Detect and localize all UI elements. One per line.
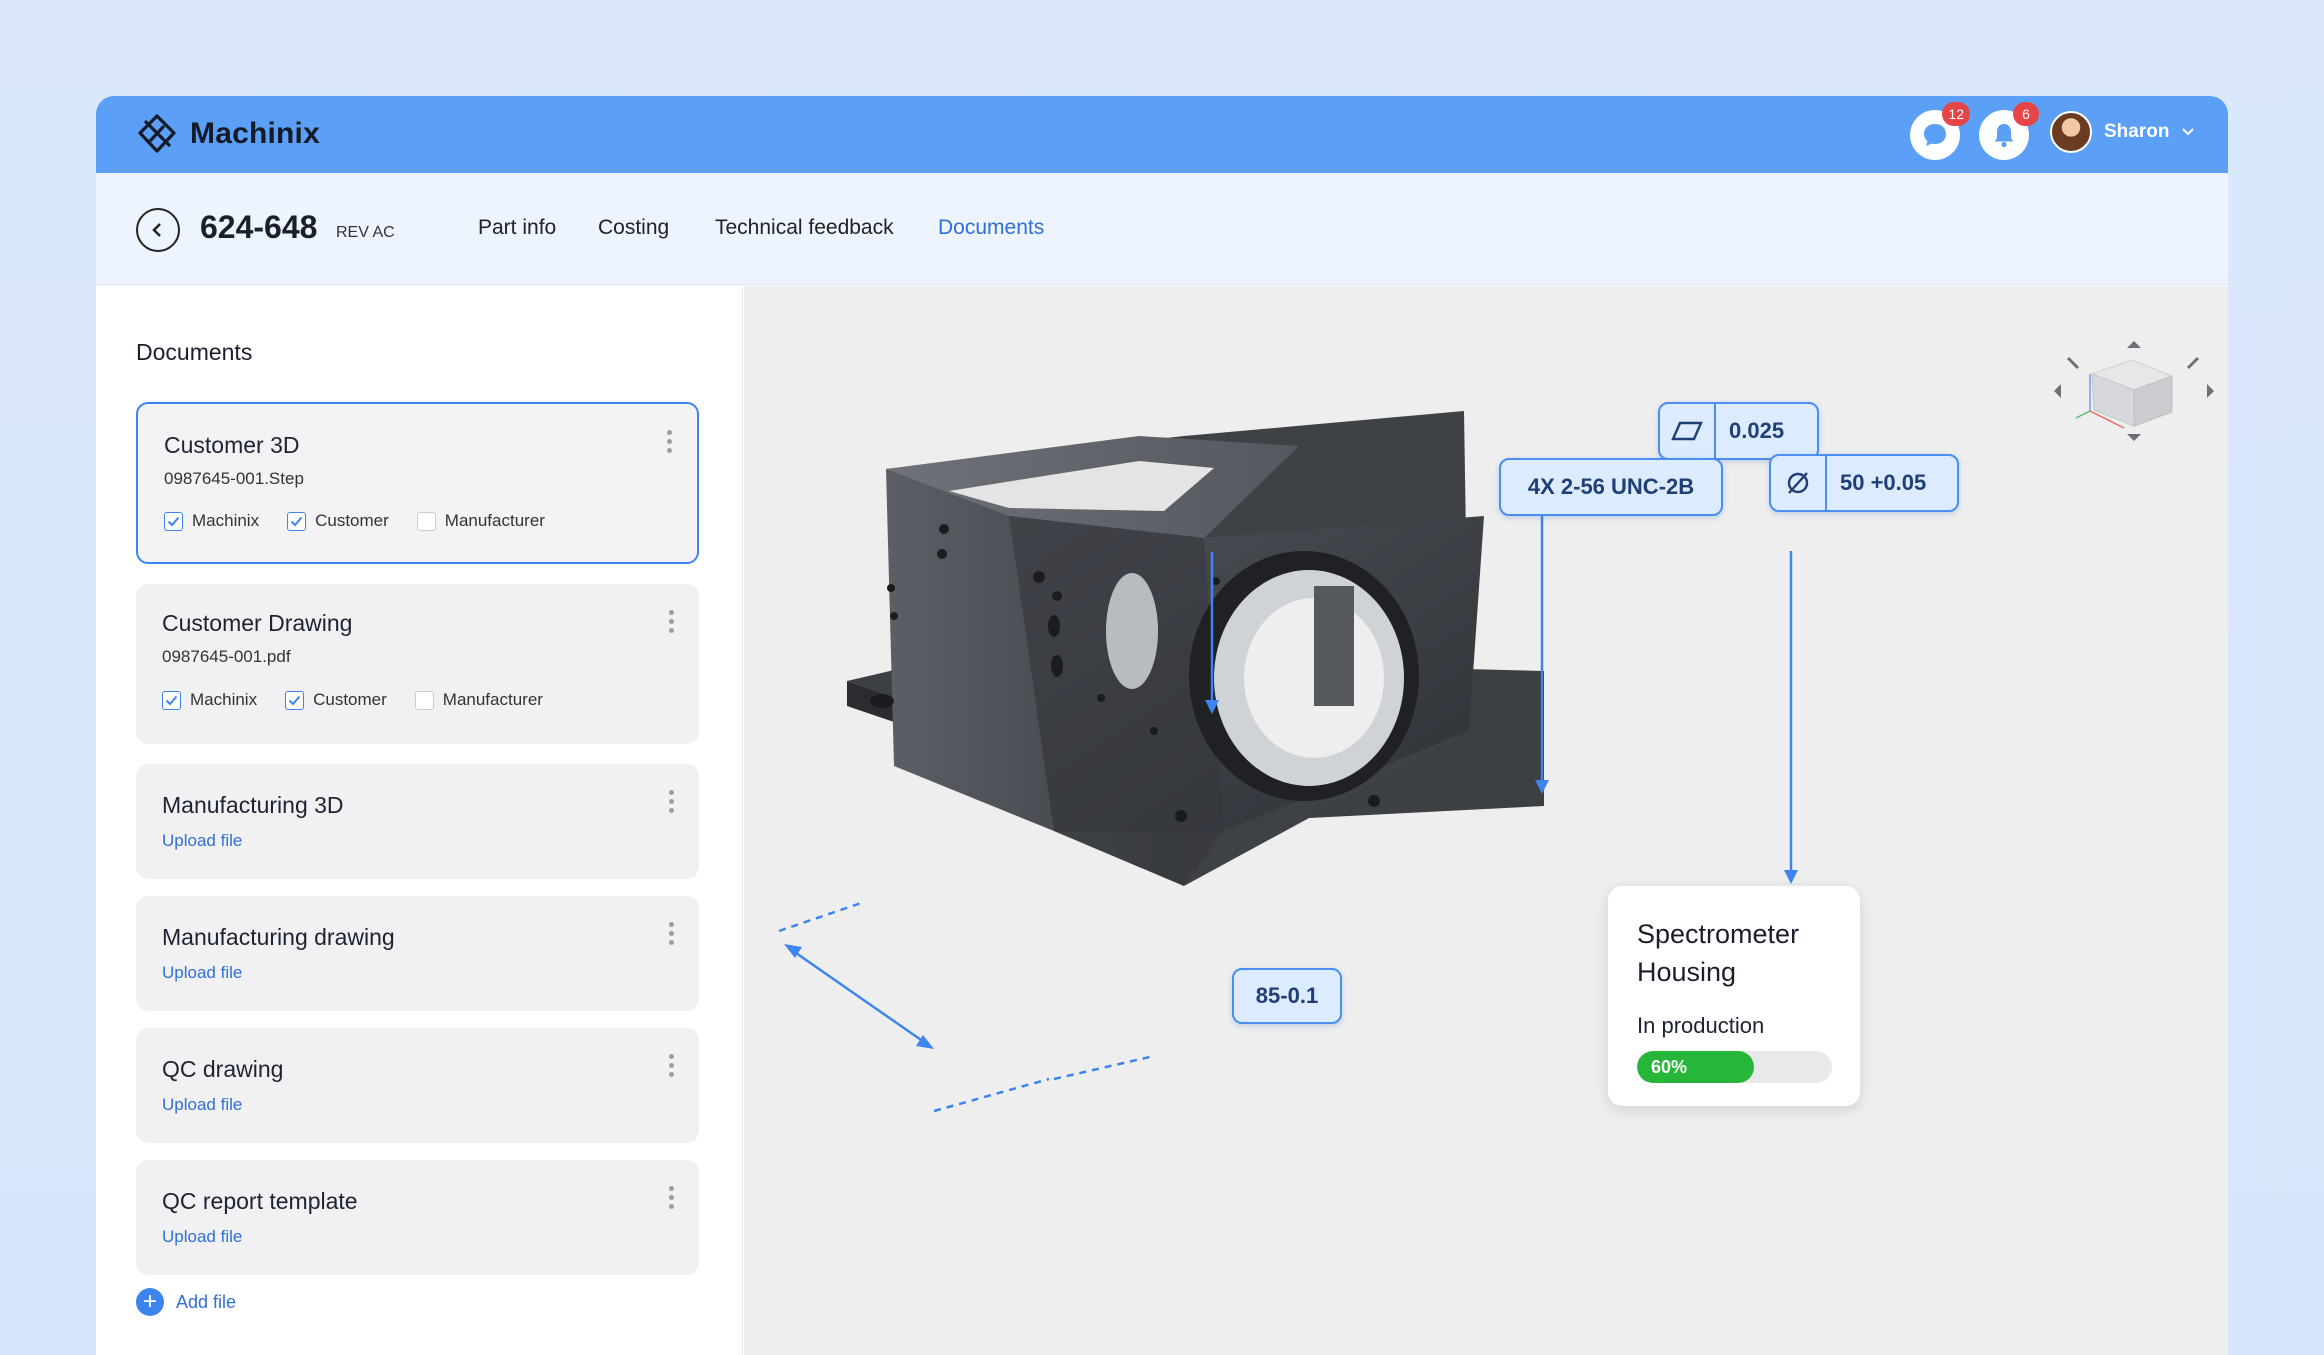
upload-file-link[interactable]: Upload file <box>162 831 242 851</box>
kebab-menu-icon[interactable] <box>669 610 675 633</box>
length-dimension-callout[interactable]: 85-0.1 <box>1232 968 1342 1024</box>
kebab-menu-icon[interactable] <box>669 922 675 945</box>
app-name: Machinix <box>190 117 320 150</box>
document-card-qc-report-template[interactable]: QC report template Upload file <box>136 1160 699 1275</box>
kebab-menu-icon[interactable] <box>669 1054 675 1077</box>
flatness-callout[interactable]: 0.025 <box>1658 402 1819 460</box>
add-file-label: Add file <box>176 1291 237 1312</box>
back-button[interactable] <box>136 208 180 252</box>
tab-documents[interactable]: Documents <box>938 216 1044 240</box>
checkbox-customer[interactable]: Customer <box>287 511 389 531</box>
part-name: Spectrometer Housing <box>1637 919 1800 987</box>
checkbox-checked-icon <box>164 511 183 531</box>
document-card-manufacturing-3d[interactable]: Manufacturing 3D Upload file <box>136 764 699 879</box>
tab-costing[interactable]: Costing <box>598 216 669 240</box>
checkbox-unchecked-icon <box>414 690 434 710</box>
checkbox-customer[interactable]: Customer <box>285 690 387 710</box>
checkbox-checked-icon <box>285 690 305 710</box>
sidebar-title: Documents <box>136 339 253 365</box>
flatness-symbol-icon <box>1660 404 1716 458</box>
kebab-menu-icon[interactable] <box>669 790 675 813</box>
checkbox-label: Manufacturer <box>444 511 545 530</box>
tab-part-info[interactable]: Part info <box>478 216 556 240</box>
document-filename: 0987645-001.pdf <box>162 647 291 666</box>
document-title: Manufacturing drawing <box>162 924 395 950</box>
part-status-card[interactable]: Spectrometer Housing In production 60% <box>1608 886 1860 1106</box>
add-file-button[interactable]: + Add file <box>136 1288 236 1316</box>
checkbox-manufacturer[interactable]: Manufacturer <box>414 690 543 710</box>
machinix-logo-icon <box>138 114 176 153</box>
checkbox-label: Machinix <box>192 511 260 530</box>
document-title: Customer 3D <box>164 432 300 458</box>
progress-fill: 60% <box>1637 1051 1754 1083</box>
production-status: In production <box>1637 1013 1765 1038</box>
checkbox-manufacturer[interactable]: Manufacturer <box>416 511 545 531</box>
document-card-customer-drawing[interactable]: Customer Drawing 0987645-001.pdf Machini… <box>136 584 699 744</box>
tab-technical-feedback[interactable]: Technical feedback <box>715 216 894 240</box>
part-revision: REV AC <box>336 224 395 241</box>
checkbox-machinix[interactable]: Machinix <box>162 690 257 710</box>
top-bar: Machinix 12 6 Sharon <box>96 96 2228 173</box>
checkbox-unchecked-icon <box>416 511 436 531</box>
document-filename: 0987645-001.Step <box>164 469 304 488</box>
chevron-down-icon <box>2182 128 2195 136</box>
user-name: Sharon <box>2104 121 2170 142</box>
checkbox-label: Machinix <box>190 690 258 709</box>
kebab-menu-icon[interactable] <box>669 1186 675 1209</box>
part-3d-model[interactable] <box>744 286 2228 1355</box>
upload-file-link[interactable]: Upload file <box>162 963 242 983</box>
visibility-checkboxes: Machinix Customer Manufacturer <box>162 690 571 710</box>
document-card-manufacturing-drawing[interactable]: Manufacturing drawing Upload file <box>136 896 699 1011</box>
chevron-left-icon <box>152 223 161 237</box>
document-card-qc-drawing[interactable]: QC drawing Upload file <box>136 1028 699 1143</box>
document-title: Manufacturing 3D <box>162 792 344 818</box>
notifications-button[interactable]: 6 <box>1979 102 2039 160</box>
document-title: QC report template <box>162 1188 358 1214</box>
user-menu[interactable]: Sharon <box>2050 111 2195 153</box>
upload-file-link[interactable]: Upload file <box>162 1095 242 1115</box>
diameter-symbol-icon <box>1771 456 1827 510</box>
checkbox-checked-icon <box>162 690 181 710</box>
checkbox-label: Customer <box>315 511 389 530</box>
document-title: QC drawing <box>162 1056 284 1082</box>
length-value: 85-0.1 <box>1255 983 1319 1008</box>
view-cube-icon <box>2054 341 2214 441</box>
kebab-menu-icon[interactable] <box>667 430 673 453</box>
dimension-extension-line <box>778 900 865 933</box>
diameter-value: 50 +0.05 <box>1840 470 1927 495</box>
document-card-customer-3d[interactable]: Customer 3D 0987645-001.Step Machinix Cu… <box>136 402 699 564</box>
chat-count-badge: 12 <box>1942 102 1970 126</box>
bell-icon <box>1994 124 2014 148</box>
app-logo[interactable]: Machinix <box>136 113 320 155</box>
progress-label: 60% <box>1651 1056 1688 1077</box>
avatar <box>2050 111 2092 153</box>
plus-icon: + <box>136 1288 164 1316</box>
production-progress-bar: 60% <box>1637 1051 1832 1083</box>
chat-button[interactable]: 12 <box>1910 102 1970 160</box>
model-viewer[interactable]: 0.025 4X 2-56 UNC-2B 50 +0.05 85-0.1 <box>744 286 2228 1355</box>
checkbox-label: Manufacturer <box>442 690 543 709</box>
checkbox-label: Customer <box>313 690 387 709</box>
diameter-callout[interactable]: 50 +0.05 <box>1769 454 1959 512</box>
thread-spec: 4X 2-56 UNC-2B <box>1527 474 1695 499</box>
checkbox-checked-icon <box>287 511 307 531</box>
dimension-extension-line <box>933 1077 1050 1113</box>
part-header: 624-648 REV AC Part info Costing Technic… <box>96 173 2228 285</box>
part-number: 624-648 <box>200 209 318 245</box>
checkbox-machinix[interactable]: Machinix <box>164 511 259 531</box>
app-window: Machinix 12 6 Sharon 624-648 REV AC Part… <box>96 96 2228 1355</box>
visibility-checkboxes: Machinix Customer Manufacturer <box>164 511 573 531</box>
notification-count-badge: 6 <box>2013 102 2039 126</box>
documents-sidebar: Documents Customer 3D 0987645-001.Step M… <box>96 286 743 1355</box>
upload-file-link[interactable]: Upload file <box>162 1227 242 1247</box>
thread-callout[interactable]: 4X 2-56 UNC-2B <box>1499 458 1723 516</box>
flatness-value: 0.025 <box>1729 418 1785 443</box>
dimension-line <box>795 951 925 1044</box>
document-title: Customer Drawing <box>162 610 353 636</box>
